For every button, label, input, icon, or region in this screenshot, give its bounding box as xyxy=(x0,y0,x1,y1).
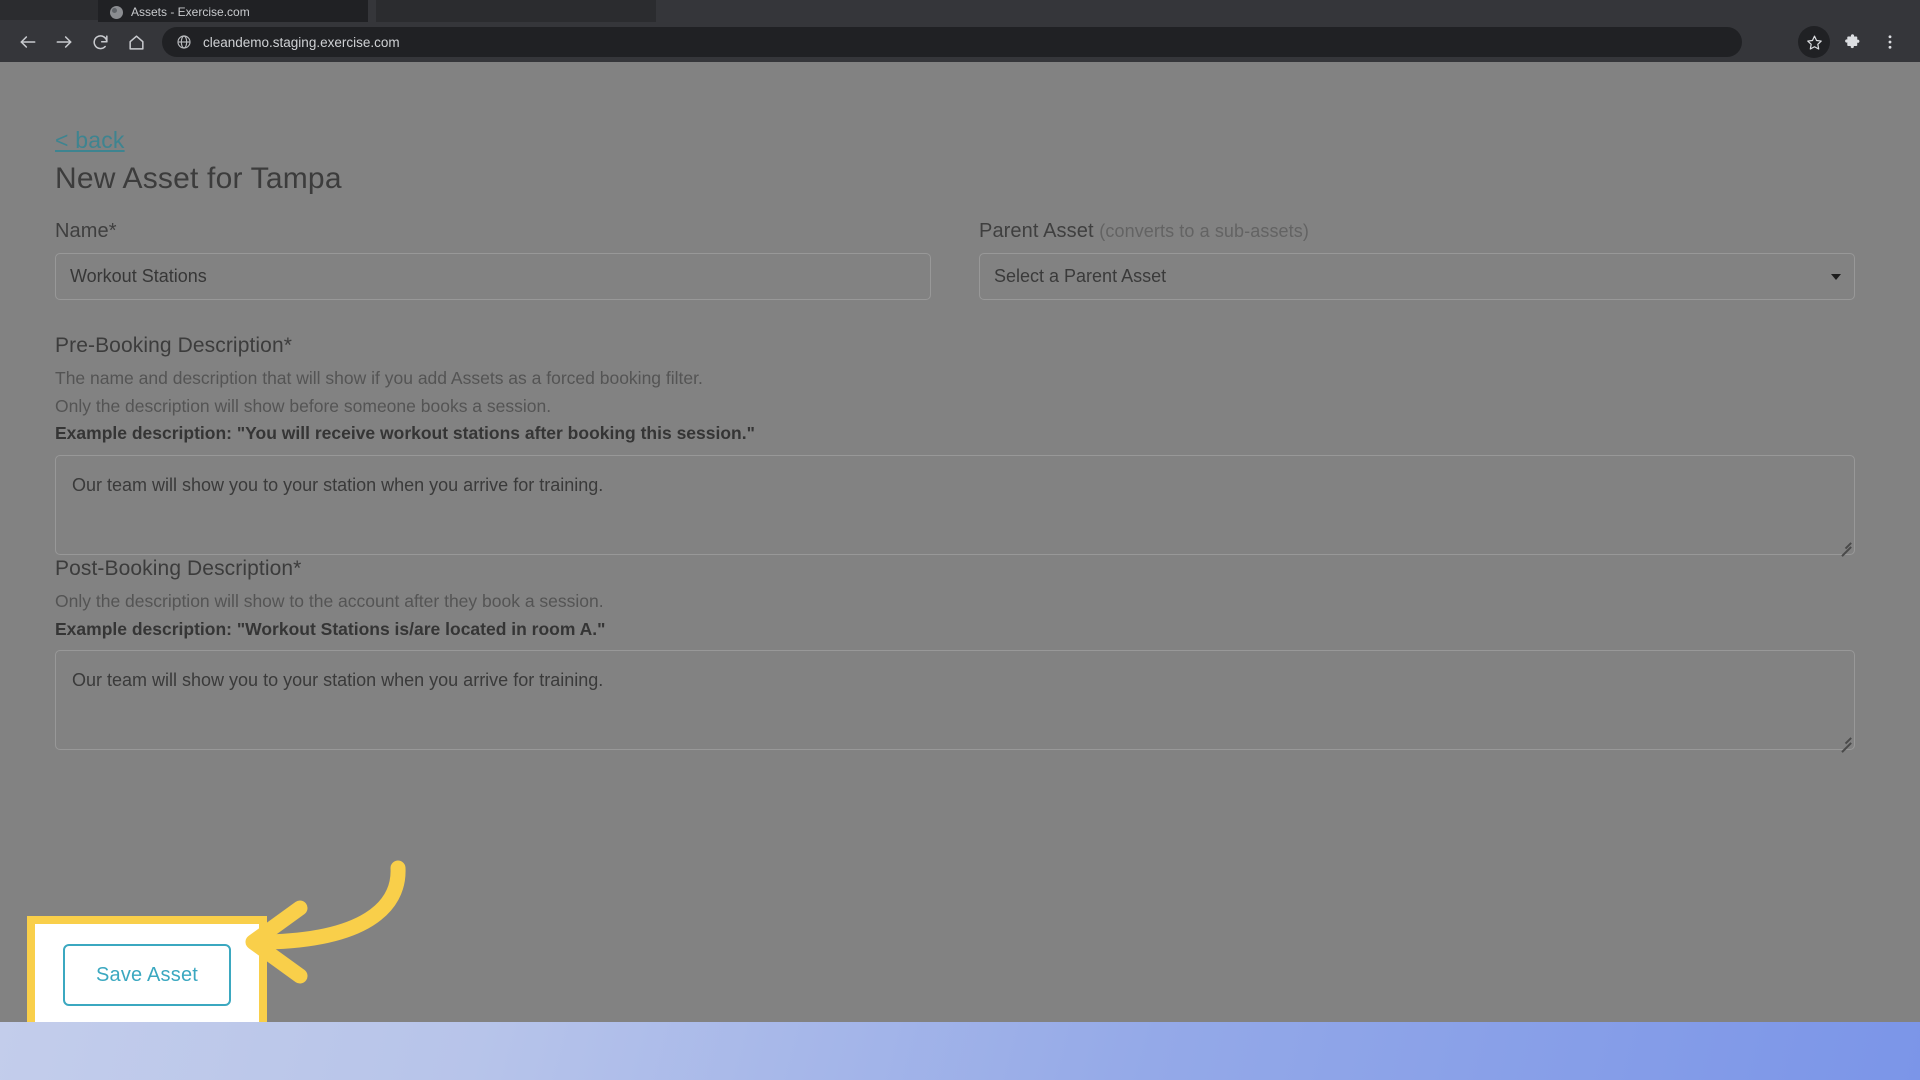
save-asset-button[interactable]: Save Asset xyxy=(63,944,231,1006)
pre-booking-title: Pre-Booking Description* xyxy=(55,334,1855,358)
parent-asset-select-wrap: Select a Parent Asset xyxy=(979,253,1855,300)
pre-booking-section: Pre-Booking Description* The name and de… xyxy=(55,334,1855,555)
pre-booking-example: Example description: "You will receive w… xyxy=(55,420,1855,448)
parent-asset-field-group: Parent Asset (converts to a sub-assets) … xyxy=(979,220,1855,300)
parent-asset-select[interactable]: Select a Parent Asset xyxy=(979,253,1855,300)
post-booking-textarea-value: Our team will show you to your station w… xyxy=(56,651,1854,710)
parent-asset-label-hint: (converts to a sub-assets) xyxy=(1099,221,1309,241)
name-field-label: Name* xyxy=(55,220,931,243)
parent-asset-select-value: Select a Parent Asset xyxy=(994,266,1166,287)
star-icon[interactable] xyxy=(1798,26,1830,58)
pre-booking-textarea-value: Our team will show you to your station w… xyxy=(56,456,1854,515)
puzzle-icon[interactable] xyxy=(1836,26,1868,58)
back-link[interactable]: < back xyxy=(55,127,125,154)
address-bar-url: cleandemo.staging.exercise.com xyxy=(203,35,400,50)
address-bar[interactable]: cleandemo.staging.exercise.com xyxy=(162,27,1742,57)
browser-tab-inactive-left[interactable] xyxy=(0,0,98,20)
home-icon[interactable] xyxy=(118,24,154,60)
post-booking-title: Post-Booking Description* xyxy=(55,557,1855,581)
page-title: New Asset for Tampa xyxy=(55,162,342,196)
browser-tab-inactive-right[interactable] xyxy=(376,0,656,22)
globe-icon xyxy=(176,34,192,50)
desktop-background-strip xyxy=(0,1022,1920,1080)
browser-tab-active[interactable]: Assets - Exercise.com xyxy=(98,0,368,22)
pre-booking-line2: Only the description will show before so… xyxy=(55,393,1855,421)
page-viewport: < back New Asset for Tampa Name* Parent … xyxy=(0,62,1920,1022)
post-booking-textarea[interactable]: Our team will show you to your station w… xyxy=(55,650,1855,750)
pre-booking-line1: The name and description that will show … xyxy=(55,365,1855,393)
parent-asset-label-text: Parent Asset xyxy=(979,220,1094,242)
reload-icon[interactable] xyxy=(82,24,118,60)
browser-chrome: Assets - Exercise.com xyxy=(0,0,1920,62)
post-booking-section: Post-Booking Description* Only the descr… xyxy=(55,557,1855,750)
three-dot-menu-icon[interactable] xyxy=(1874,26,1906,58)
forward-arrow-icon[interactable] xyxy=(46,24,82,60)
back-arrow-icon[interactable] xyxy=(10,24,46,60)
browser-toolbar: cleandemo.staging.exercise.com xyxy=(0,22,1920,62)
name-field-group: Name* xyxy=(55,220,931,300)
browser-tab-strip: Assets - Exercise.com xyxy=(0,0,1920,22)
browser-tab-title: Assets - Exercise.com xyxy=(131,6,250,19)
save-button-highlight: Save Asset xyxy=(27,916,267,1022)
parent-asset-field-label: Parent Asset (converts to a sub-assets) xyxy=(979,220,1855,243)
top-field-row: Name* Parent Asset (converts to a sub-as… xyxy=(55,220,1855,300)
chevron-down-icon xyxy=(1831,274,1841,280)
post-booking-example: Example description: "Workout Stations i… xyxy=(55,616,1855,644)
pre-booking-textarea[interactable]: Our team will show you to your station w… xyxy=(55,455,1855,555)
resize-handle-icon[interactable] xyxy=(1837,537,1851,551)
globe-icon xyxy=(110,6,123,19)
post-booking-line1: Only the description will show to the ac… xyxy=(55,588,1855,616)
resize-handle-icon[interactable] xyxy=(1837,732,1851,746)
name-input[interactable] xyxy=(55,253,931,300)
browser-toolbar-right-icons xyxy=(1798,26,1910,58)
